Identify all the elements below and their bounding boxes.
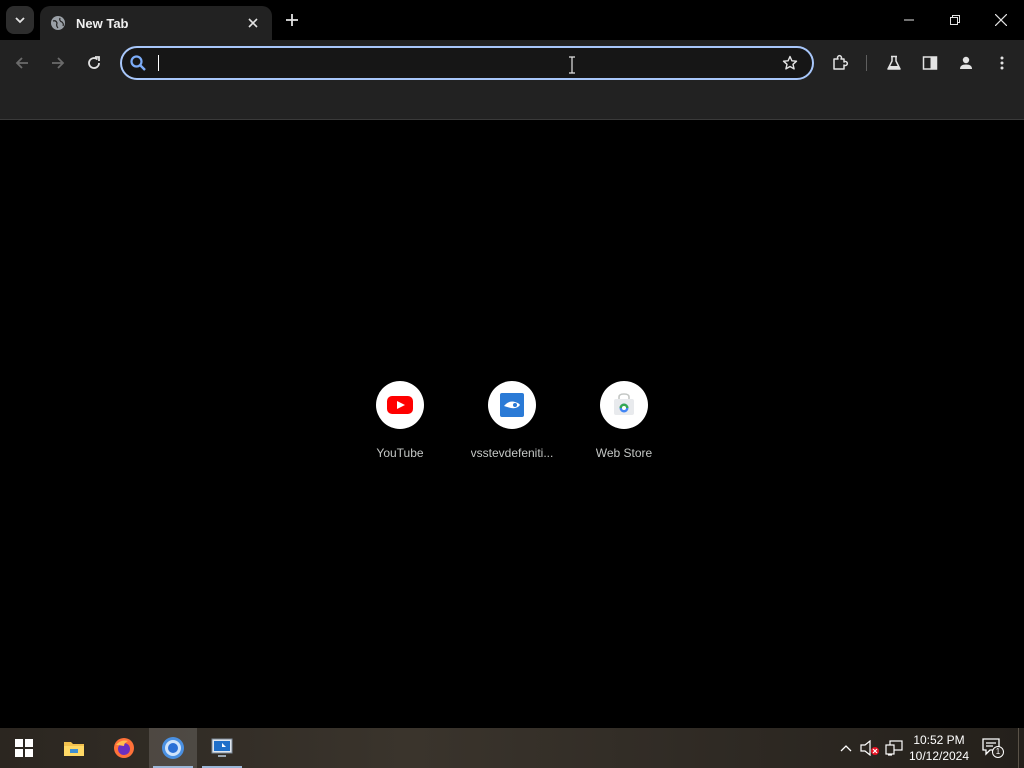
menu-button[interactable] — [989, 50, 1015, 76]
shortcut-label: Web Store — [595, 446, 653, 460]
volume-tray-button[interactable] — [860, 738, 880, 758]
title-bar: New Tab — [0, 0, 1024, 40]
shortcut-youtube[interactable]: YouTube — [344, 379, 456, 469]
taskbar-file-explorer[interactable] — [50, 728, 98, 768]
back-button[interactable] — [9, 50, 35, 76]
restore-icon — [950, 15, 960, 25]
ibeam-cursor-icon — [568, 56, 576, 74]
bookmark-star-icon[interactable] — [780, 53, 800, 73]
chevron-down-icon — [15, 17, 25, 24]
shortcut-label: YouTube — [376, 446, 424, 460]
arrow-right-icon — [52, 57, 65, 69]
reload-icon — [88, 56, 100, 69]
minimize-icon — [904, 19, 914, 21]
start-icon — [15, 739, 33, 757]
new-tab-page: YouTube vsstevdefeniti... Web Store — [0, 121, 1024, 728]
restore-button[interactable] — [932, 0, 978, 40]
text-caret — [158, 55, 159, 71]
file-explorer-icon — [64, 742, 84, 756]
tab-search-button[interactable] — [6, 6, 34, 34]
tab-title: New Tab — [76, 15, 129, 31]
search-icon — [128, 53, 148, 73]
taskbar-remote-desktop[interactable] — [198, 728, 246, 768]
shortcut-label: vsstevdefeniti... — [470, 446, 554, 460]
firefox-icon — [114, 738, 134, 758]
remote-desktop-icon — [211, 738, 233, 757]
shortcut-vsstevdefeniti[interactable]: vsstevdefeniti... — [456, 379, 568, 469]
bookmarks-bar — [0, 86, 1024, 120]
toolbar-divider — [866, 55, 867, 71]
tab-new-tab[interactable]: New Tab — [40, 6, 272, 40]
show-desktop-button[interactable] — [1018, 728, 1024, 768]
side-panel-icon — [922, 56, 938, 70]
taskbar: 10:52 PM 10/12/2024 1 — [0, 728, 1024, 768]
start-button[interactable] — [0, 728, 48, 768]
close-window-button[interactable] — [978, 0, 1024, 40]
minimize-button[interactable] — [886, 0, 932, 40]
system-clock[interactable]: 10:52 PM 10/12/2024 — [904, 732, 974, 764]
browser-toolbar — [0, 40, 1024, 86]
address-input[interactable] — [156, 52, 756, 74]
close-icon — [995, 14, 1007, 26]
network-tray-button[interactable] — [884, 738, 904, 758]
address-bar[interactable] — [120, 46, 814, 80]
arrow-left-icon — [15, 57, 28, 69]
taskbar-chrome[interactable] — [149, 728, 197, 768]
forward-button[interactable] — [45, 50, 71, 76]
reload-button[interactable] — [81, 50, 107, 76]
close-tab-icon[interactable] — [244, 14, 262, 32]
person-icon — [960, 56, 972, 69]
notification-count: 1 — [992, 746, 1004, 758]
show-hidden-icons[interactable] — [836, 738, 856, 758]
more-vert-icon — [1000, 56, 1004, 70]
vsstevdefeniti-site-icon — [488, 381, 536, 429]
clock-date: 10/12/2024 — [908, 749, 970, 763]
new-tab-button[interactable] — [280, 8, 304, 32]
web-store-icon — [600, 381, 648, 429]
volume-muted-icon — [860, 740, 879, 756]
plus-icon — [286, 14, 298, 26]
puzzle-icon — [833, 54, 849, 70]
youtube-icon — [376, 381, 424, 429]
action-center-button[interactable]: 1 — [980, 736, 1006, 760]
taskbar-firefox[interactable] — [100, 728, 148, 768]
chevron-up-icon — [840, 745, 852, 752]
profile-button[interactable] — [953, 50, 979, 76]
chrome-icon — [162, 737, 184, 759]
flask-icon — [887, 55, 901, 70]
network-icon — [885, 740, 903, 756]
side-panel-button[interactable] — [917, 50, 943, 76]
shortcut-web-store[interactable]: Web Store — [568, 379, 680, 469]
globe-icon — [50, 15, 66, 31]
labs-button[interactable] — [881, 50, 907, 76]
extensions-button[interactable] — [827, 50, 853, 76]
clock-time: 10:52 PM — [913, 733, 965, 747]
